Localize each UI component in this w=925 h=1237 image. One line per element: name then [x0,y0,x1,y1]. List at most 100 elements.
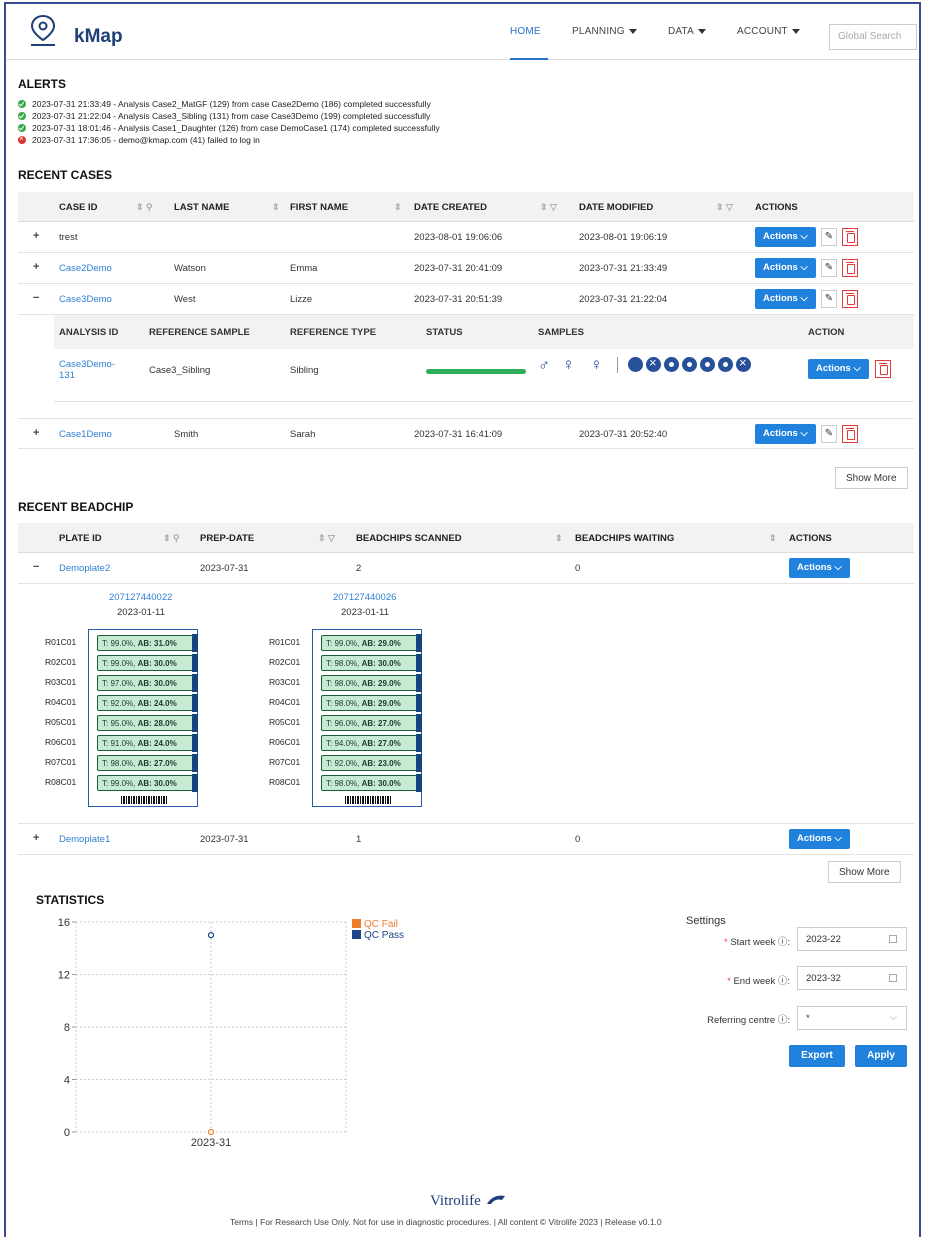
collapse-toggle[interactable]: − [33,292,39,304]
sample-qc-cell[interactable]: T: 99.0%, AB: 31.0% [97,635,195,651]
sample-qc-cell[interactable]: T: 99.0%, AB: 30.0% [97,775,195,791]
sort-icon[interactable]: ⇕ [769,533,777,544]
analysis-id-link[interactable]: Case3Demo- 131 [59,359,115,381]
expand-toggle[interactable]: + [33,427,39,439]
sample-qc-cell[interactable]: T: 98.0%, AB: 29.0% [321,675,419,691]
sample-dot-icon[interactable] [700,357,715,372]
alert-item: 2023-07-31 21:22:04 - Analysis Case3_Sib… [18,110,440,122]
end-week-field[interactable]: 2023-32 [797,966,907,990]
export-button[interactable]: Export [789,1045,845,1067]
sample-qc-cell[interactable]: T: 95.0%, AB: 28.0% [97,715,195,731]
cases-show-more-button[interactable]: Show More [835,467,908,489]
case-id[interactable]: trest [59,232,77,243]
nav-planning[interactable]: PLANNING [572,26,637,37]
data-point[interactable] [207,932,215,939]
calendar-icon[interactable] [889,974,897,982]
beadchips-waiting: 0 [575,834,581,845]
sort-search-icon[interactable]: ⇕ ⚲ [163,533,180,544]
delete-icon[interactable] [875,360,891,378]
sort-icon[interactable]: ⇕ ⚲ [136,202,153,213]
analysis-actions-button[interactable]: Actions ⌵ [808,359,869,379]
nav-home[interactable]: HOME [510,26,541,37]
sample-excluded-icon[interactable] [646,355,661,372]
actions-dropdown-button[interactable]: Actions ⌵ [789,558,850,578]
actions-dropdown-button[interactable]: Actions ⌵ [755,258,816,278]
sample-qc-cell[interactable]: T: 98.0%, AB: 30.0% [321,655,419,671]
sort-filter-icon[interactable]: ⇕ ▽ [318,533,335,544]
actions-dropdown-button[interactable]: Actions ⌵ [789,829,850,849]
sample-qc-cell[interactable]: T: 98.0%, AB: 30.0% [321,775,419,791]
nav-data[interactable]: DATA [668,26,706,37]
sample-dot-icon[interactable] [718,357,733,372]
actions-dropdown-button[interactable]: Actions ⌵ [755,227,816,247]
beadchip-id-link[interactable]: 207127440026 [333,592,396,603]
first-name: Emma [290,263,318,274]
nav-account[interactable]: ACCOUNT [737,26,800,37]
col-date-modified[interactable]: DATE MODIFIED [579,202,653,213]
sort-filter-icon[interactable]: ⇕ ▽ [540,202,557,213]
apply-button[interactable]: Apply [855,1045,907,1067]
sort-icon[interactable]: ⇕ [394,202,402,213]
collapse-toggle[interactable]: − [33,561,39,573]
case-id-link[interactable]: Case2Demo [59,263,112,274]
col-date-created[interactable]: DATE CREATED [414,202,487,213]
referring-centre-select[interactable]: * ⌵ [797,1006,907,1030]
sample-qc-cell[interactable]: T: 99.0%, AB: 29.0% [321,635,419,651]
last-name: Watson [174,263,206,274]
expand-toggle[interactable]: + [33,832,39,844]
col-beadchips-waiting[interactable]: BEADCHIPS WAITING [575,533,674,544]
sample-excluded-icon[interactable] [736,355,751,372]
edit-icon[interactable]: ✎ [821,259,837,277]
sort-filter-icon[interactable]: ⇕ ▽ [716,202,733,213]
success-icon [18,124,26,132]
plate-id-link[interactable]: Demoplate2 [59,563,110,574]
case-id-link[interactable]: Case1Demo [59,429,112,440]
chevron-down-icon: ⌵ [889,1012,897,1023]
calendar-icon[interactable] [889,935,897,943]
col-first-name[interactable]: FIRST NAME [290,202,348,213]
position-label: R04C01 [45,697,77,707]
delete-icon[interactable] [842,425,858,443]
brand-name[interactable]: kMap [74,26,123,48]
sort-icon[interactable]: ⇕ [555,533,563,544]
legend-qc-fail[interactable]: QC Fail [352,919,404,930]
sample-dot-icon[interactable] [682,357,697,372]
beadchip-id-link[interactable]: 207127440022 [109,592,172,603]
sort-icon[interactable]: ⇕ [272,202,280,213]
actions-dropdown-button[interactable]: Actions ⌵ [755,424,816,444]
col-prep-date[interactable]: PREP-DATE [200,533,254,544]
edit-icon[interactable]: ✎ [821,425,837,443]
case-id-link[interactable]: Case3Demo [59,294,112,305]
sample-qc-cell[interactable]: T: 99.0%, AB: 30.0% [97,655,195,671]
samples-icons: ♂ ♀ ♀ [538,355,778,379]
edit-icon[interactable]: ✎ [821,290,837,308]
delete-icon[interactable] [842,259,858,277]
beadchip-show-more-button[interactable]: Show More [828,861,901,883]
sample-qc-cell[interactable]: T: 91.0%, AB: 24.0% [97,735,195,751]
sample-qc-cell[interactable]: T: 94.0%, AB: 27.0% [321,735,419,751]
sample-dot-icon[interactable] [664,357,679,372]
col-plate-id[interactable]: PLATE ID [59,533,102,544]
expand-toggle[interactable]: + [33,261,39,273]
expand-toggle[interactable]: + [33,230,39,242]
sample-qc-cell[interactable]: T: 92.0%, AB: 23.0% [321,755,419,771]
start-week-field[interactable]: 2023-22 [797,927,907,951]
actions-dropdown-button[interactable]: Actions ⌵ [755,289,816,309]
sample-circle-icon[interactable] [628,357,643,372]
col-case-id[interactable]: CASE ID [59,202,98,213]
data-point[interactable] [207,1128,215,1136]
sample-qc-cell[interactable]: T: 97.0%, AB: 30.0% [97,675,195,691]
delete-icon[interactable] [842,228,858,246]
plate-id-link[interactable]: Demoplate1 [59,834,110,845]
legend-qc-pass[interactable]: QC Pass [352,930,404,941]
sample-qc-cell[interactable]: T: 98.0%, AB: 27.0% [97,755,195,771]
sample-qc-cell[interactable]: T: 98.0%, AB: 29.0% [321,695,419,711]
table-row: + Case1Demo Smith Sarah 2023-07-31 16:41… [18,418,914,449]
sample-qc-cell[interactable]: T: 92.0%, AB: 24.0% [97,695,195,711]
col-beadchips-scanned[interactable]: BEADCHIPS SCANNED [356,533,462,544]
col-last-name[interactable]: LAST NAME [174,202,229,213]
delete-icon[interactable] [842,290,858,308]
sample-qc-cell[interactable]: T: 96.0%, AB: 27.0% [321,715,419,731]
edit-icon[interactable]: ✎ [821,228,837,246]
global-search-input[interactable]: Global Search [829,24,917,50]
